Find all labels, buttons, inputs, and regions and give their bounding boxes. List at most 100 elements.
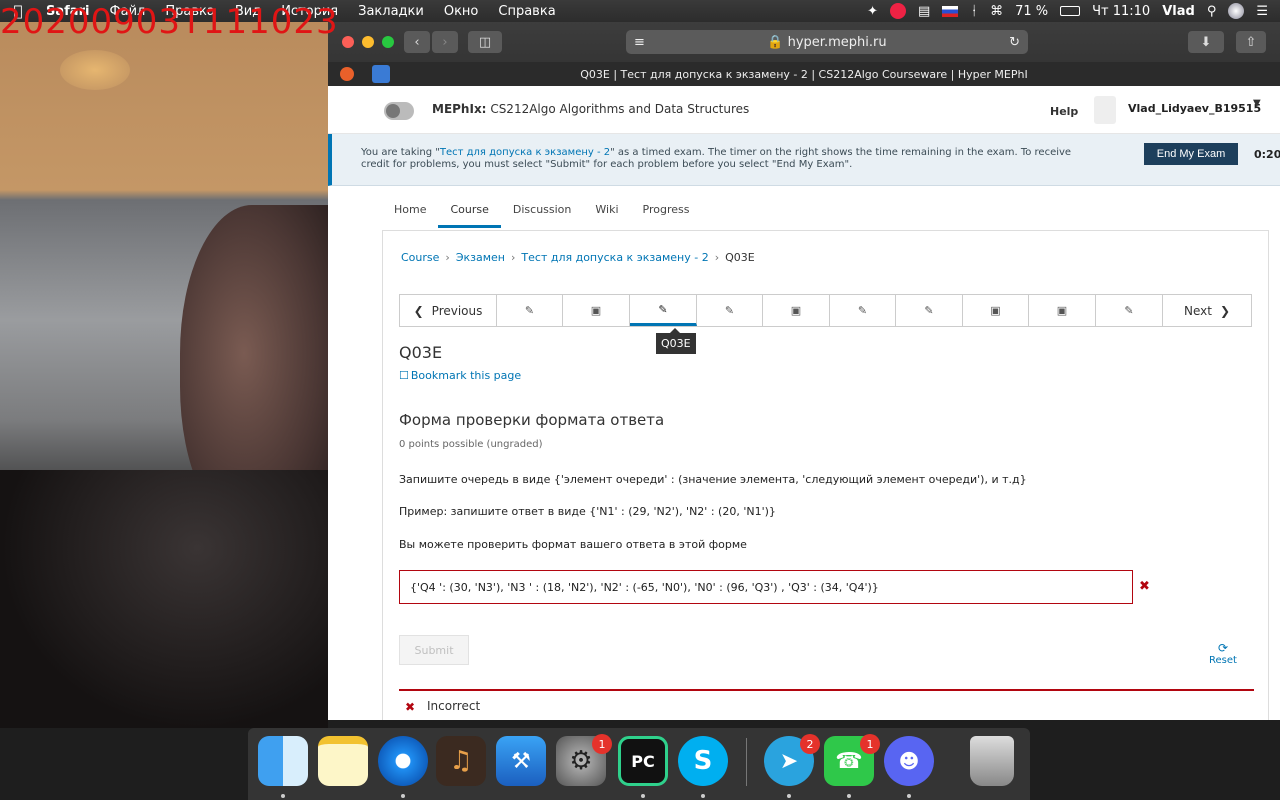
reload-icon[interactable]: ↻ [1009, 35, 1020, 50]
book-icon: ▣ [1056, 304, 1068, 317]
running-indicator [701, 794, 705, 798]
back-button[interactable]: ‹ [404, 31, 430, 53]
user-menu-caret-icon[interactable]: ▼ [1253, 98, 1261, 109]
display-icon[interactable]: ▤ [918, 4, 930, 19]
end-my-exam-button[interactable]: End My Exam [1144, 143, 1238, 165]
pycharm-icon[interactable]: PC [618, 736, 668, 786]
menu-bookmarks[interactable]: Закладки [348, 4, 434, 19]
problem-title: Форма проверки формата ответа [399, 411, 665, 429]
tab-progress[interactable]: Progress [631, 194, 702, 228]
site-logo-icon[interactable] [384, 102, 414, 120]
webcam-overlay [0, 0, 328, 728]
reset-label: Reset [1209, 655, 1237, 666]
sequence-unit-other[interactable]: ▣ [963, 295, 1029, 326]
tab-wiki[interactable]: Wiki [583, 194, 630, 228]
breadcrumb-separator-icon: › [714, 251, 720, 264]
spotlight-search-icon[interactable]: ⚲ [1207, 4, 1217, 19]
incorrect-feedback-icon: ✖ [405, 700, 416, 714]
exam-timer: 0:20: [1254, 148, 1280, 161]
next-button[interactable]: Next ❯ [1163, 295, 1251, 326]
exam-banner-text: You are taking "Тест для допуска к экзам… [361, 147, 1101, 171]
xcode-icon[interactable]: ⚒ [496, 736, 546, 786]
refresh-icon: ⟳ [1217, 641, 1228, 655]
share-icon[interactable]: ⇧ [1236, 31, 1266, 53]
tab-home[interactable]: Home [382, 194, 438, 228]
input-source-flag-icon[interactable] [942, 5, 959, 17]
breadcrumb-section[interactable]: Экзамен [456, 251, 505, 264]
sequence-unit-problem[interactable]: ✎ [697, 295, 763, 326]
previous-button[interactable]: ❮ Previous [400, 295, 497, 326]
edit-icon: ✎ [658, 302, 668, 316]
browser-toolbar: ‹ › ◫ ≡ 🔒 hyper.mephi.ru ↻ ⬇ ⇧ [328, 22, 1280, 62]
sidebar-toggle-icon[interactable]: ◫ [468, 31, 502, 53]
menu-help[interactable]: Справка [488, 4, 565, 19]
tools-icon[interactable]: ✦ [867, 4, 878, 19]
bluetooth-icon[interactable]: ᚽ [970, 4, 978, 19]
running-indicator [787, 794, 791, 798]
sequence-unit-problem[interactable]: ✎ [896, 295, 963, 326]
battery-percent[interactable]: 71 % [1015, 4, 1048, 19]
notification-center-icon[interactable]: ☰ [1256, 4, 1268, 19]
sequence-unit-problem[interactable]: ✎ [830, 295, 896, 326]
wifi-icon[interactable]: ⌘ [990, 4, 1003, 19]
problem-check-note: Вы можете проверить формат вашего ответа… [399, 538, 747, 551]
course-tabs: Home Course Discussion Wiki Progress [382, 194, 701, 228]
forward-button[interactable]: › [432, 31, 458, 53]
webcam-background-light [60, 50, 130, 90]
notes-icon[interactable] [318, 736, 368, 786]
notification-app-icon[interactable] [889, 3, 906, 19]
skype-icon[interactable]: S [678, 736, 728, 786]
course-title: MEPhIx: CS212Algo Algorithms and Data St… [432, 102, 749, 116]
menu-user-name[interactable]: Vlad [1162, 4, 1195, 19]
running-indicator [907, 794, 911, 798]
breadcrumb-subsection[interactable]: Тест для допуска к экзамену - 2 [521, 251, 708, 264]
battery-icon [1060, 6, 1081, 16]
running-indicator [847, 794, 851, 798]
siri-icon[interactable] [1228, 3, 1245, 19]
sequence-unit-problem-active[interactable]: ✎ [630, 295, 697, 326]
safari-icon[interactable] [378, 736, 428, 786]
breadcrumb-current: Q03E [725, 251, 755, 264]
downloads-icon[interactable]: ⬇ [1188, 31, 1224, 53]
exam-link[interactable]: Тест для допуска к экзамену - 2 [440, 147, 610, 158]
answer-input[interactable] [399, 570, 1133, 604]
submit-button[interactable]: Submit [399, 635, 469, 665]
address-bar[interactable]: ≡ 🔒 hyper.mephi.ru ↻ [626, 30, 1028, 54]
help-link[interactable]: Help [1050, 105, 1078, 118]
close-window-button[interactable] [342, 36, 354, 48]
tab-course[interactable]: Course [438, 194, 501, 228]
user-name[interactable]: Vlad_Lidyaev_B19515 [1128, 102, 1261, 115]
avatar[interactable] [1094, 96, 1116, 124]
org-name: MEPhIx: [432, 102, 487, 116]
dock-separator [746, 738, 747, 786]
clock[interactable]: Чт 11:10 [1092, 4, 1150, 19]
discord-icon[interactable]: ☻ [884, 736, 934, 786]
reset-button[interactable]: ⟳ Reset [1209, 641, 1237, 666]
previous-label: Previous [431, 303, 483, 318]
minimize-window-button[interactable] [362, 36, 374, 48]
breadcrumb-course[interactable]: Course [401, 251, 439, 264]
sequence-navigation: ❮ Previous ✎ ▣ ✎ ✎ ▣ ✎ ✎ ▣ ▣ ✎ Next ❯ [399, 294, 1252, 327]
sequence-unit-problem[interactable]: ✎ [497, 295, 563, 326]
trash-icon[interactable] [970, 736, 1014, 786]
chevron-right-icon: ❯ [1219, 303, 1231, 318]
sequence-unit-other[interactable]: ▣ [763, 295, 830, 326]
sequence-unit-other[interactable]: ▣ [1029, 295, 1096, 326]
reader-icon[interactable]: ≡ [634, 35, 645, 50]
finder-icon[interactable] [258, 736, 308, 786]
site-header: MEPhIx: CS212Algo Algorithms and Data St… [328, 86, 1280, 134]
menu-window[interactable]: Окно [434, 4, 489, 19]
active-tab-title[interactable]: Q03E | Тест для допуска к экзамену - 2 |… [328, 68, 1280, 81]
bookmark-button[interactable]: ☐ Bookmark this page [399, 369, 521, 382]
zoom-window-button[interactable] [382, 36, 394, 48]
unit-title: Q03E [399, 343, 443, 362]
webcam-shoulder [0, 470, 328, 728]
tab-discussion[interactable]: Discussion [501, 194, 584, 228]
sequence-unit-other[interactable]: ▣ [563, 295, 630, 326]
telegram-badge: 2 [800, 734, 820, 754]
exam-text-before: You are taking " [361, 147, 440, 158]
garageband-icon[interactable]: ♫ [436, 736, 486, 786]
sequence-unit-problem[interactable]: ✎ [1096, 295, 1163, 326]
course-name: CS212Algo Algorithms and Data Structures [490, 102, 750, 116]
dock: ♫ ⚒ ⚙ 1 PC S ➤ 2 ☎ 1 ☻ [248, 728, 1030, 800]
